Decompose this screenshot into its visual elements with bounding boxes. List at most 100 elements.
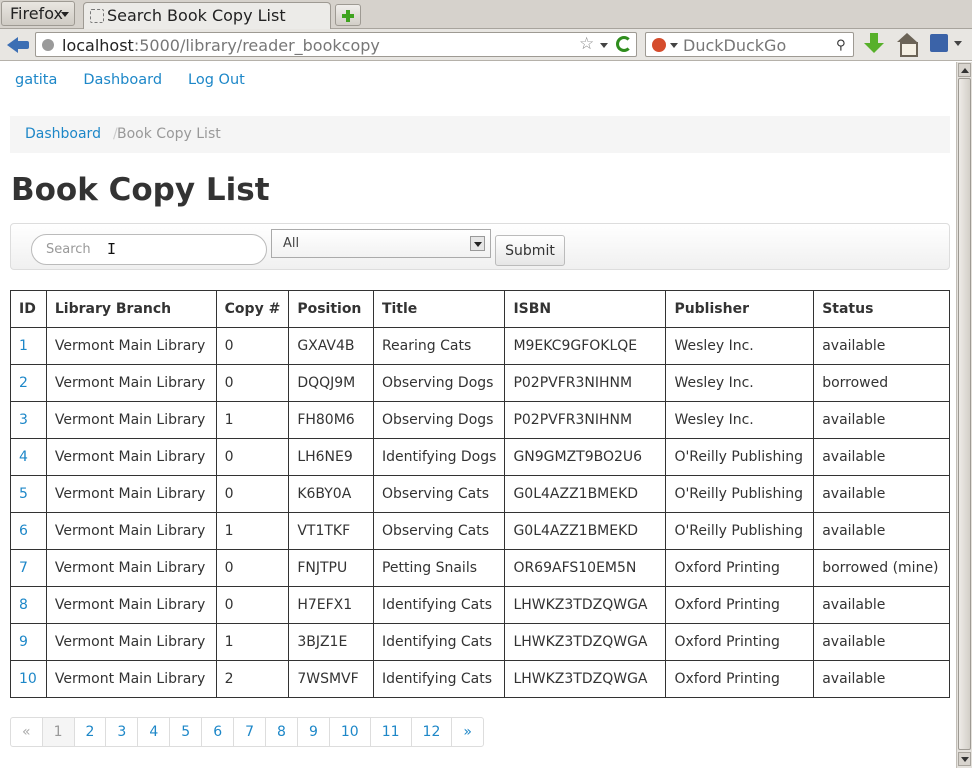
tab-title: Search Book Copy List (107, 6, 286, 25)
status-filter-select[interactable]: All (271, 229, 491, 258)
copy-id-link[interactable]: 5 (10, 475, 47, 513)
table-row: 3 Vermont Main Library 1 FH80M6 Observing Do… (10, 401, 950, 439)
cell-status: available (813, 438, 950, 476)
breadcrumb-dashboard-link[interactable]: Dashboard (25, 126, 101, 142)
pagination-page-6[interactable]: 6 (202, 718, 235, 746)
cell-title: Observing Cats (372, 512, 506, 550)
column-header-status: Status (813, 290, 950, 328)
cell-copy-number: 0 (215, 327, 290, 365)
cell-position: DQQJ9M (288, 364, 374, 402)
submit-button[interactable]: Submit (495, 235, 565, 266)
chevron-down-icon[interactable] (470, 236, 485, 251)
scrollbar-thumb[interactable] (958, 78, 971, 750)
cell-library-branch: Vermont Main Library (45, 512, 217, 550)
copy-id-link[interactable]: 10 (10, 660, 47, 698)
copy-id-link[interactable]: 4 (10, 438, 47, 476)
cell-isbn: LHWKZ3TDZQWGA (504, 660, 667, 698)
filter-selected-value: All (283, 236, 300, 251)
browser-tab[interactable]: Search Book Copy List (83, 2, 331, 29)
copy-id-link[interactable]: 8 (10, 586, 47, 624)
pagination-page-5[interactable]: 5 (170, 718, 203, 746)
cell-title: Identifying Cats (372, 660, 506, 698)
home-icon[interactable] (896, 33, 918, 57)
copy-id-link[interactable]: 1 (10, 327, 47, 365)
copy-id-link[interactable]: 9 (10, 623, 47, 661)
cell-isbn: LHWKZ3TDZQWGA (504, 623, 667, 661)
table-row: 8 Vermont Main Library 0 H7EFX1 Identifying … (10, 586, 950, 624)
url-path: :5000/library/reader_bookcopy (133, 36, 380, 55)
firefox-menu-button[interactable]: Firefox (1, 1, 75, 26)
column-header-position: Position (288, 290, 374, 328)
cell-position: 3BJZ1E (288, 623, 374, 661)
nav-user-link[interactable]: gatita (15, 72, 57, 88)
pagination-page-11[interactable]: 11 (371, 718, 412, 746)
cell-status: available (813, 586, 950, 624)
copy-id-link[interactable]: 7 (10, 549, 47, 587)
nav-logout-link[interactable]: Log Out (188, 72, 245, 88)
column-header-library-branch: Library Branch (45, 290, 217, 328)
pagination-prev: « (11, 718, 43, 746)
nav-dashboard-link[interactable]: Dashboard (83, 72, 162, 88)
scroll-up-icon[interactable] (958, 63, 971, 77)
column-header-copy-number: Copy # (215, 290, 290, 328)
cell-isbn: OR69AFS10EM5N (504, 549, 667, 587)
pagination-page-8[interactable]: 8 (266, 718, 298, 746)
cell-copy-number: 0 (215, 586, 290, 624)
table-row: 9 Vermont Main Library 1 3BJZ1E Identifying … (10, 623, 950, 661)
reload-icon[interactable] (616, 36, 632, 52)
cell-isbn: LHWKZ3TDZQWGA (504, 586, 667, 624)
pagination-page-7[interactable]: 7 (234, 718, 267, 746)
bookmark-star-icon[interactable]: ☆ (579, 34, 594, 54)
pagination-page-10[interactable]: 10 (330, 718, 371, 746)
cell-library-branch: Vermont Main Library (45, 327, 217, 365)
cell-title: Rearing Cats (372, 327, 506, 365)
cell-isbn: G0L4AZZ1BMEKD (504, 512, 667, 550)
cell-library-branch: Vermont Main Library (45, 586, 217, 624)
scroll-down-icon[interactable] (958, 752, 971, 766)
column-header-id: ID (10, 290, 47, 328)
cell-title: Observing Dogs (372, 364, 506, 402)
url-history-dropdown-icon[interactable] (600, 43, 608, 48)
search-engine-icon[interactable] (652, 38, 666, 52)
pagination-page-4[interactable]: 4 (138, 718, 171, 746)
search-binoculars-icon[interactable]: ⚲ (836, 38, 846, 53)
new-tab-button[interactable] (335, 4, 361, 26)
cell-position: 7WSMVF (288, 660, 374, 698)
url-bar[interactable]: localhost:5000/library/reader_bookcopy ☆ (35, 32, 637, 57)
site-identity-icon[interactable] (42, 39, 54, 51)
pagination-page-12[interactable]: 12 (412, 718, 453, 746)
cell-copy-number: 0 (215, 549, 290, 587)
cell-isbn: G0L4AZZ1BMEKD (504, 475, 667, 513)
cell-library-branch: Vermont Main Library (45, 475, 217, 513)
pagination-page-2[interactable]: 2 (75, 718, 107, 746)
search-engine-dropdown-icon[interactable] (670, 43, 678, 48)
pagination-page-3[interactable]: 3 (106, 718, 139, 746)
cell-status: available (813, 512, 950, 550)
vertical-scrollbar[interactable] (956, 62, 972, 768)
copy-id-link[interactable]: 2 (10, 364, 47, 402)
cell-isbn: P02PVFR3NIHNM (504, 401, 667, 439)
copy-id-link[interactable]: 6 (10, 512, 47, 550)
cell-publisher: Wesley Inc. (665, 364, 815, 402)
cell-publisher: Wesley Inc. (665, 327, 815, 365)
pagination-page-9[interactable]: 9 (298, 718, 330, 746)
cell-library-branch: Vermont Main Library (45, 549, 217, 587)
copy-id-link[interactable]: 3 (10, 401, 47, 439)
cell-publisher: Oxford Printing (665, 549, 815, 587)
cell-status: available (813, 401, 950, 439)
browser-search-bar[interactable]: DuckDuckGo ⚲ (645, 32, 854, 57)
page-favicon-icon (90, 9, 104, 23)
cell-position: VT1TKF (288, 512, 374, 550)
search-input[interactable] (31, 234, 267, 265)
search-engine-name: DuckDuckGo (683, 36, 787, 55)
download-arrow-icon[interactable] (864, 33, 884, 55)
cell-library-branch: Vermont Main Library (45, 623, 217, 661)
pagination: «1 2 3 4 5 6 7 8 9 10 11 12» (10, 717, 484, 747)
bookmarks-menu-icon[interactable] (930, 33, 964, 55)
cell-library-branch: Vermont Main Library (45, 438, 217, 476)
back-arrow-icon[interactable] (7, 35, 31, 55)
cell-isbn: P02PVFR3NIHNM (504, 364, 667, 402)
pagination-next[interactable]: » (452, 718, 483, 746)
cell-copy-number: 0 (215, 438, 290, 476)
cell-position: FNJTPU (288, 549, 374, 587)
